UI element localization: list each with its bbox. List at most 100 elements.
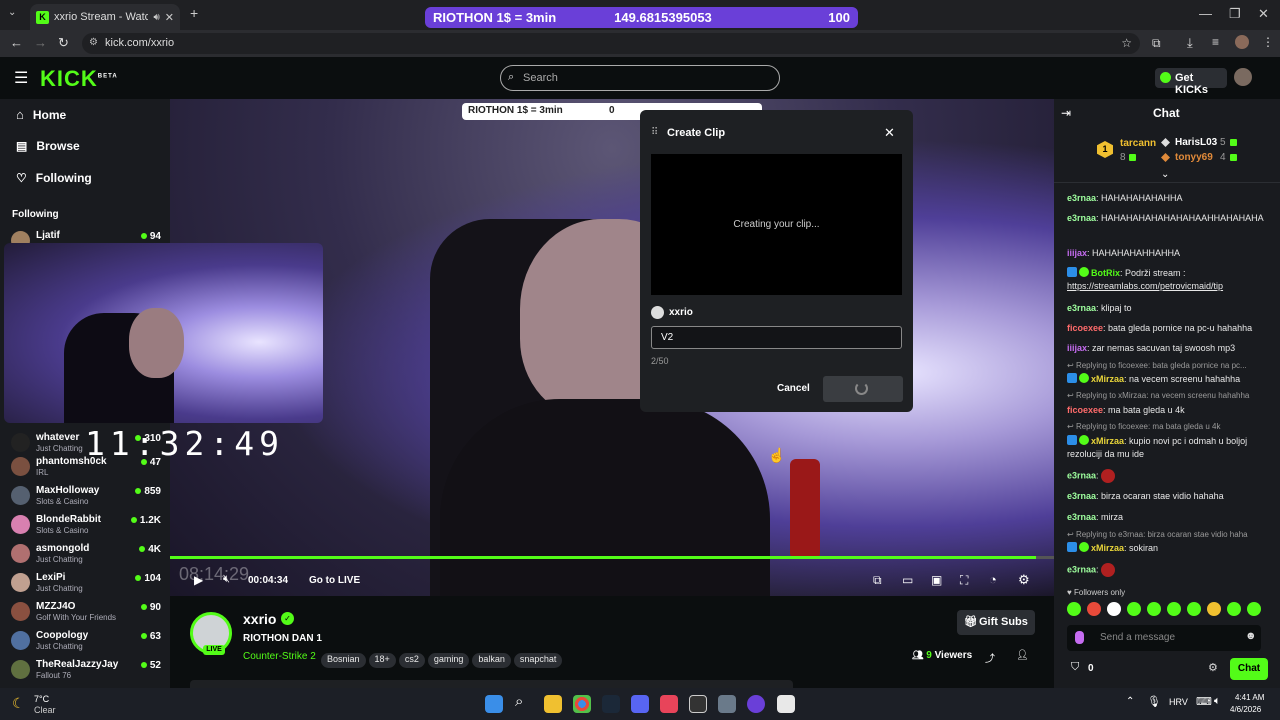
tray-expand-icon[interactable]: ⌃ (1126, 696, 1134, 707)
restore-icon[interactable]: ❐ (1229, 6, 1241, 22)
modal-close-icon[interactable]: ✕ (884, 125, 895, 141)
chat-username[interactable]: ficoexee (1067, 323, 1103, 333)
tab-list-chevron-icon[interactable]: ⌄ (8, 7, 16, 18)
stream-tag[interactable]: cs2 (398, 653, 425, 668)
app-white-icon[interactable] (777, 695, 795, 713)
tab-close-icon[interactable]: ✕ (165, 11, 174, 24)
share-icon[interactable]: ⤴ (985, 650, 995, 665)
emote-icon[interactable] (1087, 602, 1101, 616)
category-link[interactable]: Counter-Strike 2 (243, 651, 316, 662)
hamburger-menu-icon[interactable]: ☰ (14, 68, 28, 88)
leader-2-name[interactable]: HarisL03 (1175, 137, 1217, 148)
volume-icon[interactable]: 🔇︎ (223, 573, 230, 586)
gift-subs-button[interactable]: 🎁︎ Gift Subs (957, 610, 1035, 635)
go-to-live-button[interactable]: Go to LIVE (309, 575, 360, 586)
nav-browse[interactable]: ▤ Browse (16, 139, 80, 153)
followed-channel[interactable]: MaxHolloway Slots & Casino 859 (11, 484, 161, 512)
chat-username[interactable]: xMirzaa (1091, 374, 1124, 384)
settings-gear-icon[interactable]: ⚙ (1018, 572, 1030, 588)
chat-username[interactable]: BotRix (1091, 268, 1120, 278)
send-chat-button[interactable]: Chat (1230, 658, 1268, 680)
clip-title-input[interactable]: V2 (651, 326, 902, 349)
emote-icon[interactable] (1207, 602, 1221, 616)
steam-icon[interactable] (602, 695, 620, 713)
weather-moon-icon[interactable]: ☾ (12, 695, 25, 712)
chat-username[interactable]: e3rnaa (1067, 470, 1096, 480)
leaderboard-expand-icon[interactable]: ⌄ (1161, 169, 1169, 180)
theater-icon[interactable]: ▭ (902, 573, 913, 587)
chat-input[interactable]: Send a message ☻ (1067, 625, 1261, 651)
clock-time[interactable]: 4:41 AM (1235, 693, 1264, 702)
chrome-icon[interactable] (573, 695, 591, 713)
minimize-icon[interactable]: — (1199, 6, 1212, 21)
video-progress-bar[interactable] (170, 556, 1054, 559)
microphone-icon[interactable] (1075, 631, 1084, 644)
get-kicks-button[interactable]: Get KICKs (1155, 68, 1227, 96)
drag-handle-icon[interactable]: ⠿ (651, 127, 658, 138)
chat-username[interactable]: xMirzaa (1091, 436, 1124, 446)
stream-tag[interactable]: 18+ (368, 653, 396, 668)
settings-app-icon[interactable] (718, 695, 736, 713)
stream-tag[interactable]: snapchat (513, 653, 563, 668)
play-icon[interactable]: ▶ (194, 573, 203, 587)
chat-username[interactable]: iiijax (1067, 248, 1087, 258)
bookmark-star-icon[interactable]: ☆ (1121, 36, 1132, 50)
emote-icon[interactable] (1187, 602, 1201, 616)
obs-icon[interactable] (689, 695, 707, 713)
emote-icon[interactable] (1127, 602, 1141, 616)
reply-context[interactable]: ↩ Replying to ficoexee: bata gleda porni… (1067, 361, 1272, 370)
followed-channel[interactable]: BlondeRabbit Slots & Casino 1.2K (11, 513, 161, 541)
fullscreen-icon[interactable]: ⛶ (960, 573, 968, 588)
emote-icon[interactable] (1227, 602, 1241, 616)
cancel-button[interactable]: Cancel (777, 383, 810, 394)
nav-following[interactable]: ♡ Following (16, 171, 92, 185)
forward-arrow-icon[interactable]: → (34, 35, 47, 50)
file-explorer-icon[interactable] (544, 695, 562, 713)
back-arrow-icon[interactable]: ← (10, 35, 23, 50)
clock-date[interactable]: 4/6/2026 (1230, 705, 1261, 714)
browser-tab[interactable]: K xxrio Stream - Watch Live o 🔊︎ ✕ (30, 4, 180, 30)
follow-user-icon[interactable]: 👤︎ (1016, 650, 1029, 661)
stream-tag[interactable]: gaming (427, 653, 470, 668)
extensions-icon[interactable]: ⧉ (1152, 36, 1161, 51)
profile-avatar[interactable] (1235, 35, 1249, 49)
emote-icon[interactable] (1067, 602, 1081, 616)
chat-username[interactable]: e3rnaa (1067, 491, 1096, 501)
stream-tag[interactable]: Bosnian (321, 653, 366, 668)
app-purple-icon[interactable] (747, 695, 765, 713)
followed-channel[interactable]: asmongold Just Chatting 4K (11, 542, 161, 570)
mic-tray-icon[interactable]: 🎙︎ (1147, 695, 1161, 708)
sound-icon[interactable]: 🔈︎ (1214, 695, 1221, 708)
reply-context[interactable]: ↩ Replying to e3rnaa: birza ocaran stae … (1067, 530, 1272, 539)
chat-username[interactable]: xMirzaa (1091, 543, 1124, 553)
pip-icon[interactable]: ▣ (931, 573, 942, 587)
app-red-icon[interactable] (660, 695, 678, 713)
language-indicator[interactable]: HRV (1169, 697, 1188, 707)
leader-3-name[interactable]: tonyy69 (1175, 152, 1213, 163)
reply-context[interactable]: ↩ Replying to ficoexee: ma bata gleda u … (1067, 422, 1272, 431)
reply-context[interactable]: ↩ Replying to xMirzaa: na vecem screenu … (1067, 391, 1272, 400)
chat-username[interactable]: e3rnaa (1067, 512, 1096, 522)
emote-icon[interactable] (1167, 602, 1181, 616)
browser-menu-icon[interactable]: ⋮ (1262, 35, 1274, 49)
chat-settings-icon[interactable]: ⚙ (1208, 661, 1218, 674)
nav-home[interactable]: ⌂ Home (16, 107, 66, 122)
channel-points-icon[interactable]: ⛉ (1071, 661, 1079, 674)
reload-icon[interactable]: ↻ (58, 35, 69, 51)
search-input[interactable]: ⌕ Search (500, 65, 780, 91)
chat-username[interactable]: iiijax (1067, 343, 1087, 353)
taskbar-search-icon[interactable]: ⌕ (515, 693, 523, 710)
windows-start-icon[interactable] (485, 695, 503, 713)
discord-icon[interactable] (631, 695, 649, 713)
chat-username[interactable]: e3rnaa (1067, 213, 1096, 223)
window-close-icon[interactable]: ✕ (1258, 6, 1269, 22)
emoji-picker-icon[interactable]: ☻ (1245, 630, 1257, 642)
followed-channel[interactable]: MZZJ4O Golf With Your Friends 90 (11, 600, 161, 628)
channel-name[interactable]: xxrio (243, 611, 276, 627)
site-info-icon[interactable]: ⚙ (89, 37, 98, 48)
chat-username[interactable]: e3rnaa (1067, 303, 1096, 313)
user-avatar[interactable] (1234, 68, 1252, 86)
leader-1-name[interactable]: tarcann (1120, 138, 1156, 149)
followed-channel[interactable]: TheRealJazzyJay Fallout 76 52 (11, 658, 161, 686)
new-tab-plus-icon[interactable]: + (190, 5, 198, 21)
